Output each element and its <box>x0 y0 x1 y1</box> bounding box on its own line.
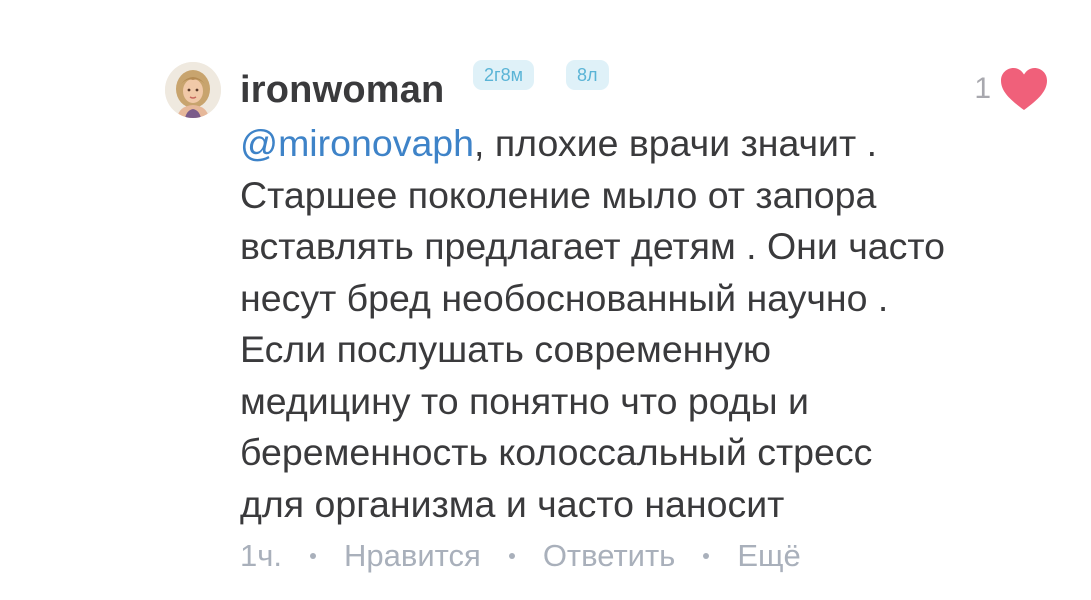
reply-button[interactable]: Ответить <box>543 534 676 578</box>
comment-text: @mironovaph, плохие врачи значит . Старш… <box>240 118 1060 530</box>
likes-count: 1 <box>974 72 991 105</box>
comment-meta: 1ч. Нравится Ответить Ещё <box>240 534 801 578</box>
avatar-girl-icon <box>165 62 221 118</box>
comment-time: 1ч. <box>240 538 283 573</box>
mention-link[interactable]: @mironovaph <box>240 122 474 164</box>
child-age-badge: 8л <box>566 60 609 90</box>
separator-dot <box>703 553 710 559</box>
comment-line: Если послушать современную <box>240 328 771 370</box>
comment-line: медицину то понятно что роды и <box>240 379 809 422</box>
separator-dot <box>310 553 317 559</box>
comment-line: беременность колоссальный стресс <box>240 431 873 473</box>
comment-line: для организма и часто наносит <box>240 482 785 525</box>
avatar[interactable] <box>165 62 221 118</box>
account-age-badge: 2г8м <box>473 60 534 90</box>
comment-line: , плохие врачи значит . <box>474 122 878 164</box>
like-button[interactable]: Нравится <box>344 534 481 578</box>
more-button[interactable]: Ещё <box>737 534 800 578</box>
comment-line: Старшее поколение мыло от запора <box>240 173 877 216</box>
separator-dot <box>508 553 515 559</box>
comment-card: ironwoman 2г8м 8л 1 @mironovaph, плохие … <box>0 0 1091 600</box>
comment-line: вставлять предлагает детям . Они часто <box>240 225 945 267</box>
comment-author[interactable]: ironwoman <box>240 64 444 116</box>
likes: 1 <box>974 66 1049 112</box>
comment-line: несут бред необоснованный научно . <box>240 276 889 319</box>
heart-icon[interactable] <box>999 66 1049 112</box>
